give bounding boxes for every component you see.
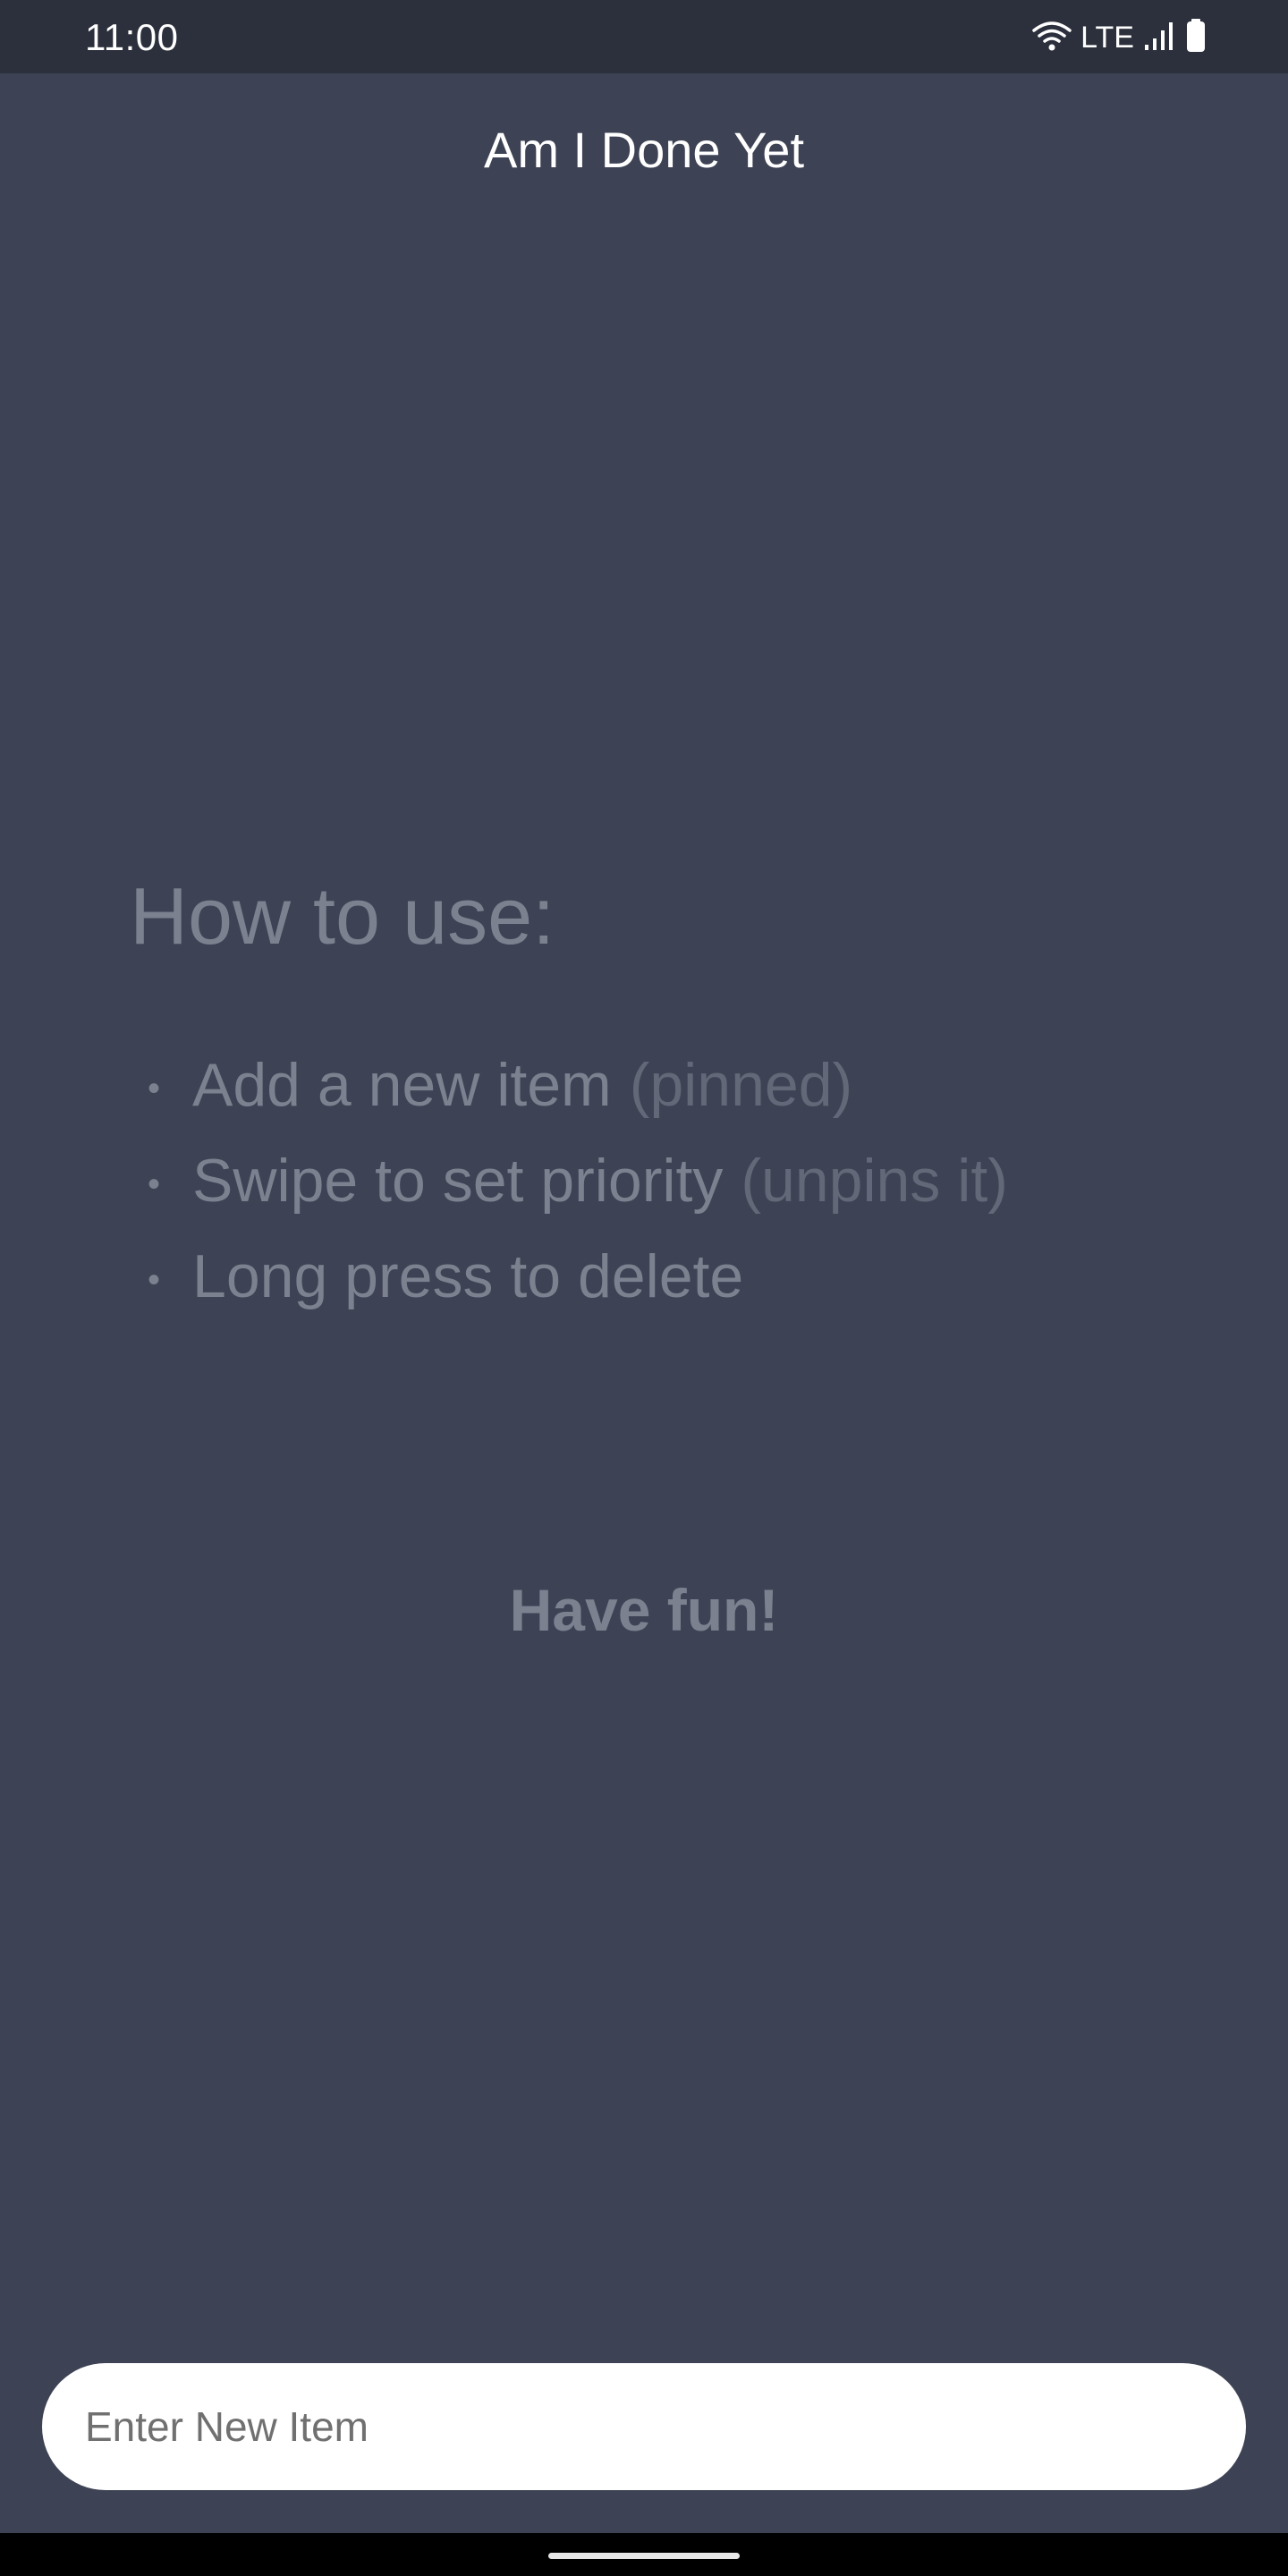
closing-message: Have fun! bbox=[509, 1577, 779, 1643]
status-icons: LTE bbox=[1032, 16, 1208, 59]
instruction-note: (unpins it) bbox=[741, 1147, 1008, 1215]
instruction-item: • Swipe to set priority (unpins it) bbox=[148, 1133, 1008, 1229]
signal-icon bbox=[1143, 20, 1175, 56]
instruction-item: • Add a new item (pinned) bbox=[148, 1038, 1008, 1133]
bullet-icon: • bbox=[148, 1260, 161, 1300]
wifi-icon bbox=[1032, 20, 1072, 56]
how-to-use-heading: How to use: bbox=[130, 872, 555, 962]
new-item-field-container[interactable] bbox=[42, 2363, 1246, 2490]
bullet-icon: • bbox=[148, 1069, 161, 1108]
instruction-note: (pinned) bbox=[629, 1051, 853, 1119]
battery-icon bbox=[1184, 18, 1208, 58]
status-bar: 11:00 LTE bbox=[0, 0, 1288, 73]
instructions-list: • Add a new item (pinned) • Swipe to set… bbox=[148, 1038, 1008, 1325]
instruction-text: Swipe to set priority bbox=[192, 1147, 724, 1215]
instruction-text: Long press to delete bbox=[192, 1242, 744, 1310]
status-time: 11:00 bbox=[85, 16, 179, 58]
network-type-label: LTE bbox=[1080, 21, 1134, 55]
navigation-bar bbox=[0, 2533, 1288, 2576]
home-indicator[interactable] bbox=[548, 2553, 740, 2559]
instruction-item: • Long press to delete bbox=[148, 1229, 1008, 1325]
new-item-input[interactable] bbox=[85, 2363, 1203, 2490]
bullet-icon: • bbox=[148, 1165, 161, 1204]
instruction-text: Add a new item bbox=[192, 1051, 612, 1119]
app-title: Am I Done Yet bbox=[483, 122, 804, 178]
